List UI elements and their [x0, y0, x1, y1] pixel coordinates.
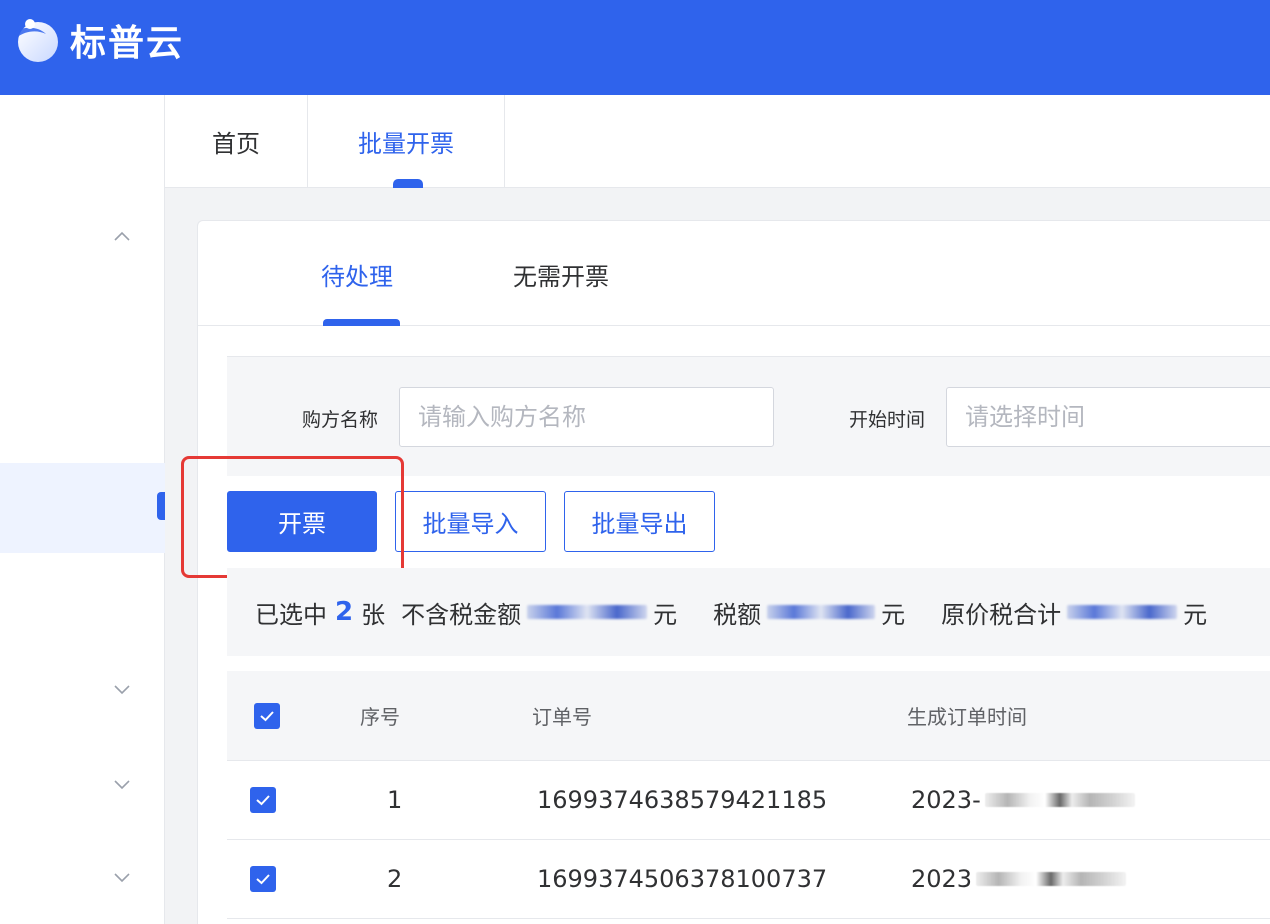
time-blurred — [984, 793, 1135, 807]
start-time-input[interactable] — [946, 387, 1270, 447]
row-checkbox[interactable] — [250, 787, 276, 813]
time-blurred — [976, 872, 1127, 886]
column-created-time: 生成订单时间 — [907, 705, 1027, 729]
row-order-no: 1699374506378100737 — [537, 865, 828, 893]
logo-icon — [14, 19, 58, 62]
tab-no-invoice[interactable]: 无需开票 — [513, 257, 609, 292]
sidebar-item-active[interactable] — [0, 463, 165, 553]
table-header: 序号 订单号 生成订单时间 — [227, 671, 1270, 761]
amount-label: 不含税金额 — [401, 600, 522, 629]
row-created-time: 2023- — [911, 761, 1135, 839]
select-all-checkbox[interactable] — [254, 703, 280, 729]
tax-currency: 元 — [881, 600, 906, 629]
column-order-no: 订单号 — [532, 705, 592, 729]
selected-prefix: 已选中 — [255, 600, 327, 629]
issue-invoice-button[interactable]: 开票 — [227, 491, 377, 552]
batch-import-button[interactable]: 批量导入 — [395, 491, 546, 552]
check-icon — [256, 874, 270, 885]
filter-panel: 购方名称 开始时间 — [227, 356, 1270, 476]
active-tab-indicator — [393, 179, 423, 188]
tax-value-blurred — [767, 605, 876, 619]
sidebar — [0, 95, 165, 924]
row-created-time: 2023 — [911, 840, 1127, 918]
batch-export-button[interactable]: 批量导出 — [564, 491, 715, 552]
table-row[interactable]: 2 1699374506378100737 2023 — [227, 840, 1270, 919]
buyer-name-label: 购方名称 — [302, 409, 379, 431]
amount-currency: 元 — [653, 600, 678, 629]
top-bar: 标普云 — [0, 0, 1270, 95]
row-index: 2 — [387, 865, 403, 893]
page-tab-bar: 首页 批量开票 — [165, 95, 1270, 188]
tab-pending[interactable]: 待处理 — [321, 257, 393, 292]
column-index: 序号 — [360, 705, 400, 729]
row-checkbox[interactable] — [250, 866, 276, 892]
row-created-time-text: 2023- — [911, 786, 981, 814]
row-created-time-text: 2023 — [911, 865, 973, 893]
selection-summary: 已选中 2 张 不含税金额 元 税额 元 原价税合计 元 — [227, 568, 1270, 656]
total-value-blurred — [1067, 605, 1178, 619]
table-row[interactable]: 1 1699374638579421185 2023- — [227, 761, 1270, 840]
tax-label: 税额 — [713, 600, 762, 629]
start-time-label: 开始时间 — [849, 409, 926, 431]
chevron-down-icon[interactable] — [112, 867, 132, 887]
tab-batch-invoice[interactable]: 批量开票 — [308, 95, 505, 188]
check-icon — [256, 795, 270, 806]
check-icon — [260, 711, 274, 722]
selected-count: 2 — [335, 597, 354, 627]
row-order-no: 1699374638579421185 — [537, 786, 828, 814]
buyer-name-input[interactable] — [399, 387, 774, 447]
selected-unit: 张 — [361, 600, 386, 629]
brand-name: 标普云 — [70, 23, 185, 64]
chevron-up-icon[interactable] — [112, 227, 132, 247]
total-currency: 元 — [1183, 600, 1208, 629]
total-label: 原价税合计 — [941, 600, 1062, 629]
tab-home[interactable]: 首页 — [165, 95, 308, 188]
status-tabs: 待处理 无需开票 — [198, 221, 1270, 326]
chevron-down-icon[interactable] — [112, 679, 132, 699]
active-subtab-indicator — [323, 319, 400, 326]
sidebar-active-indicator — [157, 492, 165, 520]
row-index: 1 — [387, 786, 403, 814]
amount-value-blurred — [527, 605, 648, 619]
chevron-down-icon[interactable] — [112, 774, 132, 794]
